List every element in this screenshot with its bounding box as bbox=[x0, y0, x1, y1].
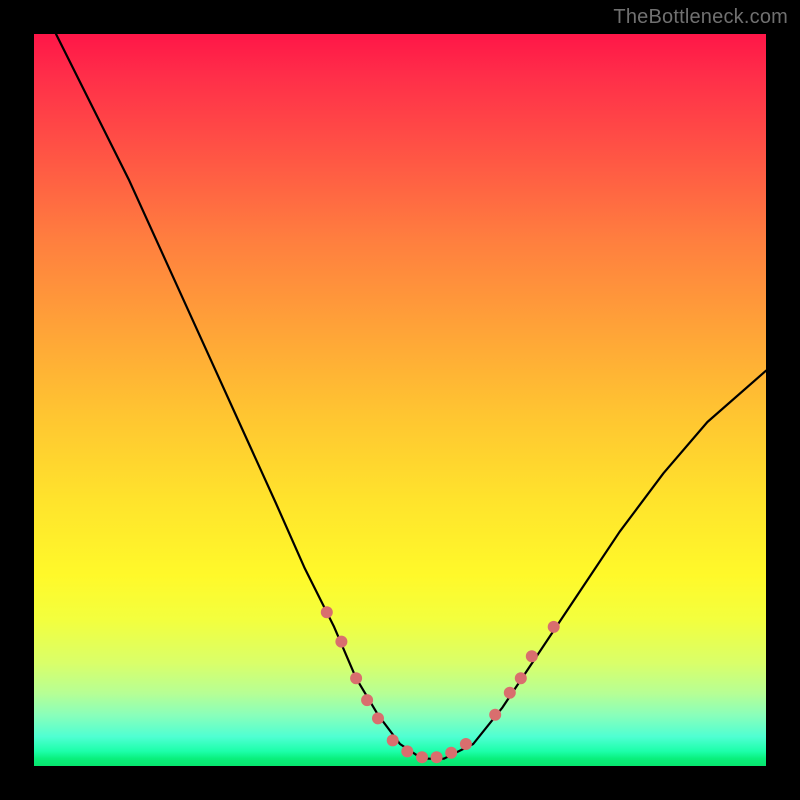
highlight-dot bbox=[387, 734, 399, 746]
highlight-dot bbox=[515, 672, 527, 684]
highlight-dot bbox=[321, 606, 333, 618]
watermark-text: TheBottleneck.com bbox=[613, 6, 788, 29]
highlight-dots bbox=[321, 606, 560, 763]
highlight-dot bbox=[361, 694, 373, 706]
curve-layer bbox=[34, 34, 766, 766]
highlight-dot bbox=[548, 621, 560, 633]
highlight-dot bbox=[445, 747, 457, 759]
bottleneck-curve bbox=[56, 34, 766, 759]
highlight-dot bbox=[489, 709, 501, 721]
highlight-dot bbox=[335, 636, 347, 648]
highlight-dot bbox=[460, 738, 472, 750]
highlight-dot bbox=[526, 650, 538, 662]
highlight-dot bbox=[372, 712, 384, 724]
plot-area bbox=[34, 34, 766, 766]
highlight-dot bbox=[350, 672, 362, 684]
chart-frame: TheBottleneck.com bbox=[0, 0, 800, 800]
highlight-dot bbox=[416, 751, 428, 763]
highlight-dot bbox=[431, 751, 443, 763]
highlight-dot bbox=[504, 687, 516, 699]
highlight-dot bbox=[401, 745, 413, 757]
